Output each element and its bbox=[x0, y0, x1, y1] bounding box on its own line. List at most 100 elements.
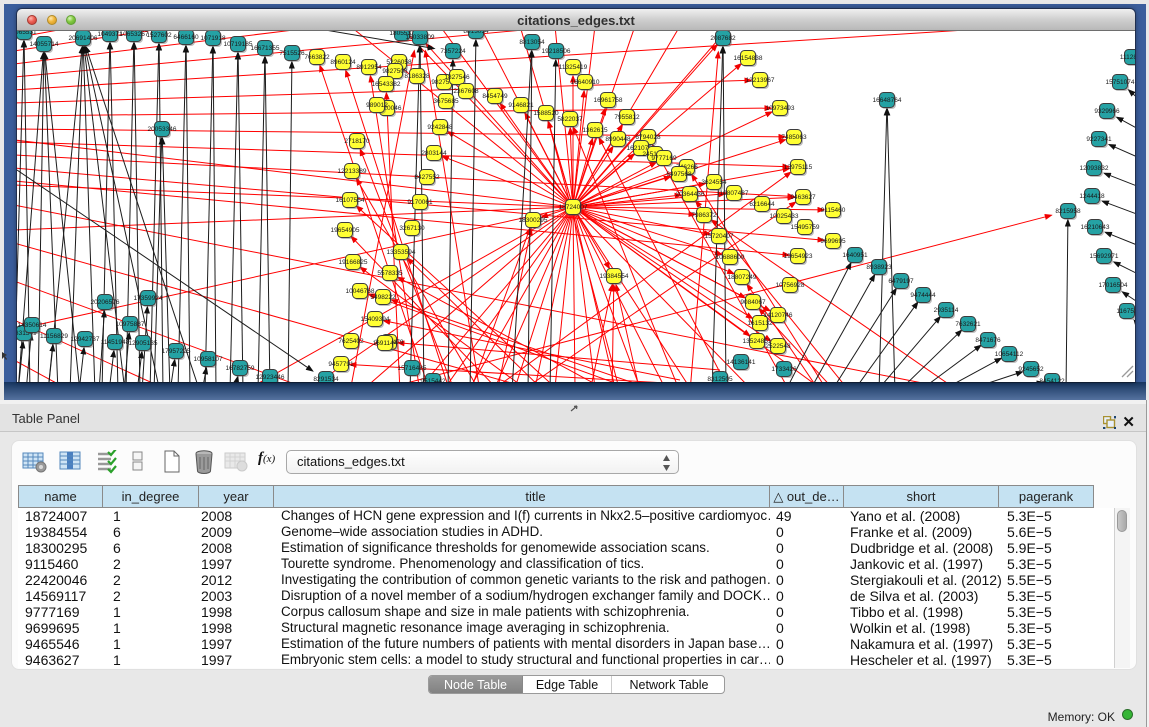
svg-text:1640951: 1640951 bbox=[842, 252, 868, 259]
svg-text:13353594: 13353594 bbox=[387, 249, 416, 256]
svg-text:10958107: 10958107 bbox=[194, 356, 223, 363]
svg-text:15409394: 15409394 bbox=[361, 316, 390, 323]
svg-text:16640910: 16640910 bbox=[571, 79, 600, 86]
svg-text:2718170: 2718170 bbox=[344, 138, 370, 145]
svg-text:9242848: 9242848 bbox=[427, 124, 453, 131]
svg-text:7955812: 7955812 bbox=[614, 114, 640, 121]
svg-text:8960124: 8960124 bbox=[330, 59, 356, 66]
svg-text:9777169: 9777169 bbox=[651, 155, 677, 162]
svg-text:6479197: 6479197 bbox=[888, 278, 914, 285]
svg-text:7357224: 7357224 bbox=[440, 48, 466, 55]
svg-text:1827546: 1827546 bbox=[444, 74, 470, 81]
svg-text:8454749: 8454749 bbox=[482, 93, 508, 100]
svg-text:9329966: 9329966 bbox=[1094, 108, 1120, 115]
svg-text:9463627: 9463627 bbox=[790, 194, 816, 201]
svg-text:8813054: 8813054 bbox=[519, 39, 545, 46]
svg-text:16107554: 16107554 bbox=[336, 197, 365, 204]
svg-text:10807487: 10807487 bbox=[720, 190, 749, 197]
svg-text:1244418: 1244418 bbox=[1079, 193, 1105, 200]
svg-text:15495759: 15495759 bbox=[791, 224, 820, 231]
svg-text:18300295: 18300295 bbox=[519, 217, 548, 224]
svg-text:19166825: 19166825 bbox=[339, 259, 368, 266]
svg-text:8990448: 8990448 bbox=[605, 136, 631, 143]
svg-text:16961758: 16961758 bbox=[594, 97, 623, 104]
svg-text:8186328: 8186328 bbox=[404, 73, 430, 80]
svg-text:10973493: 10973493 bbox=[766, 105, 795, 112]
svg-text:9515442: 9515442 bbox=[420, 378, 446, 382]
svg-text:10719185: 10719185 bbox=[224, 41, 253, 48]
svg-text:14350614: 14350614 bbox=[18, 322, 47, 329]
svg-text:8813054: 8813054 bbox=[463, 31, 489, 35]
svg-text:116753: 116753 bbox=[1116, 308, 1135, 315]
svg-text:5578335: 5578335 bbox=[377, 270, 403, 277]
svg-text:9084067: 9084067 bbox=[740, 299, 766, 306]
svg-text:8427552: 8427552 bbox=[414, 174, 440, 181]
svg-text:1615132: 1615132 bbox=[747, 320, 773, 327]
svg-text:8938923: 8938923 bbox=[866, 264, 892, 271]
svg-text:16033809: 16033809 bbox=[406, 34, 435, 41]
svg-text:1527602: 1527602 bbox=[146, 32, 172, 39]
svg-text:12213967: 12213967 bbox=[746, 77, 775, 84]
svg-text:8215958: 8215958 bbox=[1055, 208, 1081, 215]
svg-text:3267130: 3267130 bbox=[399, 225, 425, 232]
svg-text:10653267: 10653267 bbox=[120, 31, 149, 38]
svg-text:3624554: 3624554 bbox=[701, 179, 727, 186]
svg-text:15751074: 15751074 bbox=[1106, 79, 1135, 86]
svg-text:8471676: 8471676 bbox=[975, 337, 1001, 344]
svg-text:8291534: 8291534 bbox=[313, 376, 339, 382]
svg-text:12093832: 12093832 bbox=[1080, 165, 1109, 172]
svg-text:10025433: 10025433 bbox=[770, 213, 799, 220]
svg-text:20364436: 20364436 bbox=[676, 191, 705, 198]
svg-text:12975115: 12975115 bbox=[784, 164, 813, 171]
svg-text:10046768: 10046768 bbox=[346, 288, 375, 295]
svg-text:16782759: 16782759 bbox=[226, 365, 255, 372]
svg-text:11156829: 11156829 bbox=[40, 333, 68, 340]
svg-text:2935114: 2935114 bbox=[934, 307, 959, 314]
svg-text:12905135: 12905135 bbox=[129, 340, 158, 347]
svg-text:1733426: 1733426 bbox=[771, 366, 797, 373]
svg-text:2087682: 2087682 bbox=[710, 35, 736, 42]
svg-text:1362615: 1362615 bbox=[582, 127, 608, 134]
svg-text:15716485: 15716485 bbox=[398, 365, 427, 372]
svg-text:1071918: 1071918 bbox=[200, 35, 226, 42]
svg-text:12213389: 12213389 bbox=[338, 168, 367, 175]
svg-text:9170061: 9170061 bbox=[407, 199, 433, 206]
svg-text:17957225: 17957225 bbox=[162, 348, 191, 355]
svg-text:7515526: 7515526 bbox=[279, 50, 305, 57]
svg-text:6466160: 6466160 bbox=[173, 34, 199, 41]
svg-text:1691144: 1691144 bbox=[373, 340, 398, 347]
svg-text:7485063: 7485063 bbox=[781, 134, 807, 141]
svg-text:19654905: 19654905 bbox=[331, 227, 360, 234]
svg-text:10975887: 10975887 bbox=[116, 321, 145, 328]
svg-text:8912954: 8912954 bbox=[356, 64, 382, 71]
svg-text:7625402: 7625402 bbox=[338, 338, 364, 345]
svg-text:16671355: 16671355 bbox=[251, 45, 280, 52]
svg-text:3675685: 3675685 bbox=[433, 98, 459, 105]
svg-text:19654923: 19654923 bbox=[784, 253, 813, 260]
svg-text:15692971: 15692971 bbox=[1090, 253, 1119, 260]
svg-text:14055714: 14055714 bbox=[30, 41, 59, 48]
svg-text:10654112: 10654112 bbox=[995, 351, 1024, 358]
svg-text:989012: 989012 bbox=[366, 102, 388, 109]
svg-text:17016504: 17016504 bbox=[1099, 282, 1128, 289]
svg-text:7663822: 7663822 bbox=[304, 54, 330, 61]
svg-text:12942737: 12942737 bbox=[71, 336, 100, 343]
svg-text:18807249: 18807249 bbox=[728, 274, 757, 281]
svg-text:20053346: 20053346 bbox=[148, 126, 177, 133]
svg-text:5498222: 5498222 bbox=[370, 294, 396, 301]
svg-text:16648764: 16648764 bbox=[873, 97, 902, 104]
svg-text:9457791: 9457791 bbox=[328, 361, 354, 368]
svg-text:9699695: 9699695 bbox=[820, 238, 846, 245]
svg-text:6216644: 6216644 bbox=[749, 201, 775, 208]
svg-text:6794028: 6794028 bbox=[635, 134, 661, 141]
svg-text:19218506: 19218506 bbox=[542, 48, 571, 55]
svg-text:1588520: 1588520 bbox=[533, 110, 559, 117]
svg-text:18724007: 18724007 bbox=[559, 204, 588, 211]
svg-text:10688609: 10688609 bbox=[716, 254, 745, 261]
svg-text:11451948: 11451948 bbox=[101, 339, 130, 346]
svg-text:2803144: 2803144 bbox=[421, 150, 447, 157]
svg-text:9227341: 9227341 bbox=[1086, 136, 1112, 143]
svg-text:2065531: 2065531 bbox=[17, 31, 37, 36]
svg-text:14136141: 14136141 bbox=[727, 359, 756, 366]
svg-text:16543382: 16543382 bbox=[372, 81, 401, 88]
